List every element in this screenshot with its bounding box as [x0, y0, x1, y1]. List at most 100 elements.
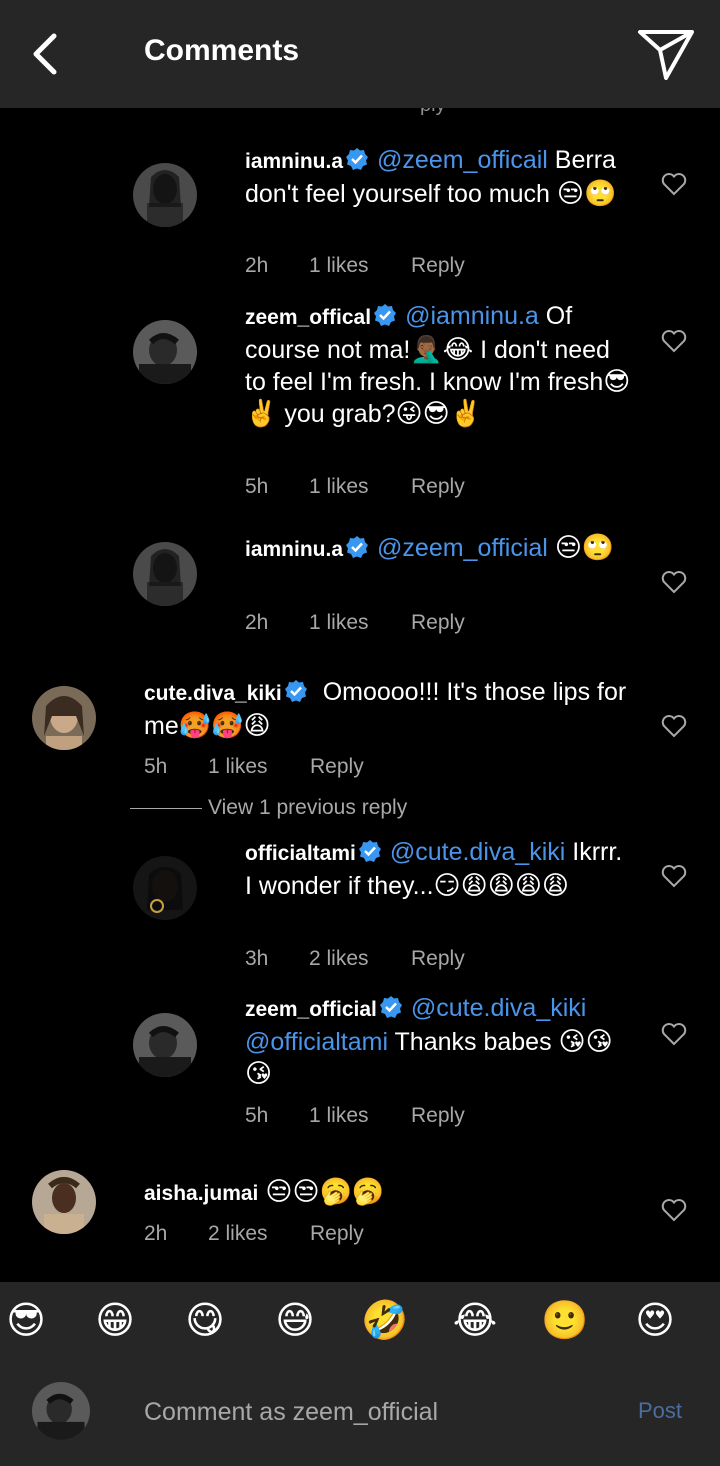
emoji-button[interactable]: 😅 — [271, 1296, 319, 1344]
comment-body: iamninu.a @zeem_official 😒🙄 — [245, 532, 635, 566]
reply-button[interactable]: Reply — [411, 611, 465, 635]
post-button[interactable]: Post — [638, 1398, 682, 1424]
comment-meta: 5h 1 likes Reply — [144, 755, 364, 779]
comment-input[interactable] — [144, 1390, 604, 1434]
username[interactable]: zeem_official — [245, 998, 377, 1021]
top-bar: Comments — [0, 0, 720, 108]
likes-count[interactable]: 1 likes — [309, 611, 411, 635]
mention-link[interactable]: @iamninu.a — [405, 302, 539, 330]
like-heart-icon[interactable] — [661, 714, 687, 738]
avatar[interactable] — [32, 1170, 96, 1234]
comment-time: 5h — [245, 1104, 269, 1127]
page-title: Comments — [144, 34, 300, 67]
emoji-button[interactable]: 😎 — [2, 1296, 50, 1344]
avatar[interactable] — [133, 1013, 197, 1077]
mention-link[interactable]: @zeem_official — [377, 534, 548, 562]
comment-emoji: 😒🙄 — [554, 533, 615, 563]
verified-badge-icon — [346, 536, 369, 558]
comment-time: 2h — [144, 1222, 168, 1245]
comment-body: zeem_offical @iamninu.a Of course not ma!… — [245, 300, 635, 430]
like-heart-icon[interactable] — [661, 570, 687, 594]
comment-body: zeem_official @cute.diva_kiki @officialtam… — [245, 992, 635, 1090]
comment-time: 5h — [245, 475, 269, 498]
comment-emoji: 🤦🏾‍♂️😂 — [410, 335, 474, 365]
emoji-button[interactable]: 😋 — [181, 1296, 229, 1344]
reply-button[interactable]: Reply — [411, 254, 465, 278]
comment-text: Thanks babes — [388, 1028, 559, 1056]
comment-body: aisha.jumai 😒😒🥱🥱 — [144, 1176, 634, 1210]
comment-meta: 3h 2 likes Reply — [245, 947, 465, 971]
likes-count[interactable]: 1 likes — [309, 254, 411, 278]
comment-emoji: 😜😎✌️ — [395, 399, 483, 429]
comment-meta: 2h 1 likes Reply — [245, 254, 465, 278]
reply-button[interactable]: Reply — [310, 755, 364, 779]
likes-count[interactable]: 2 likes — [309, 947, 411, 971]
mention-link[interactable]: @officialtami — [245, 1028, 388, 1056]
comment-text — [548, 534, 555, 562]
current-user-avatar — [32, 1382, 90, 1440]
send-direct-icon[interactable] — [634, 24, 698, 84]
reply-button[interactable]: Reply — [411, 947, 465, 971]
mention-link[interactable]: @cute.diva_kiki — [390, 838, 565, 866]
divider — [130, 807, 202, 809]
avatar[interactable] — [133, 856, 197, 920]
emoji-button[interactable]: 🤣 — [361, 1296, 409, 1344]
like-heart-icon[interactable] — [661, 329, 687, 353]
comment-body: officialtami @cute.diva_kiki Ikrrr. I won… — [245, 836, 635, 902]
comment-time: 2h — [245, 254, 269, 277]
likes-count[interactable]: 1 likes — [309, 1104, 411, 1128]
comment-emoji: 🥵🥵😩 — [178, 711, 271, 741]
mention-link[interactable]: @cute.diva_kiki — [411, 994, 586, 1022]
like-heart-icon[interactable] — [661, 864, 687, 888]
avatar[interactable] — [133, 320, 197, 384]
verified-badge-icon — [346, 148, 369, 170]
quick-emoji-bar: 😎 😁 😋 😅 🤣 😂 🙂 😍 — [0, 1282, 720, 1360]
username[interactable]: zeem_offical — [245, 306, 371, 329]
reply-button[interactable]: Reply — [411, 475, 465, 499]
comments-list[interactable]: ply iamninu.a@zeem_officail Berra don't … — [0, 108, 720, 1282]
view-previous-replies[interactable]: View 1 previous reply — [130, 796, 407, 820]
username[interactable]: aisha.jumai — [144, 1182, 258, 1205]
avatar[interactable] — [133, 163, 197, 227]
verified-badge-icon — [379, 996, 402, 1018]
like-heart-icon[interactable] — [661, 1198, 687, 1222]
emoji-button[interactable]: 🙂 — [541, 1296, 589, 1344]
username[interactable]: iamninu.a — [245, 150, 343, 173]
view-previous-label[interactable]: View 1 previous reply — [208, 796, 407, 820]
verified-badge-icon — [374, 304, 397, 326]
likes-count[interactable]: 1 likes — [309, 475, 411, 499]
comment-meta: 2h 2 likes Reply — [144, 1222, 364, 1246]
likes-count[interactable]: 2 likes — [208, 1222, 310, 1246]
comment-time: 2h — [245, 611, 269, 634]
username[interactable]: cute.diva_kiki — [144, 682, 282, 705]
comment-meta: 5h 1 likes Reply — [245, 475, 465, 499]
comment-time: 3h — [245, 947, 269, 970]
comment-emoji: 😏😩😩😩😩 — [433, 871, 570, 901]
likes-count[interactable]: 1 likes — [208, 755, 310, 779]
username[interactable]: iamninu.a — [245, 538, 343, 561]
verified-badge-icon — [358, 840, 381, 862]
comment-emoji: 😒🙄 — [556, 179, 617, 209]
back-arrow-icon[interactable] — [28, 30, 64, 78]
comment-time: 5h — [144, 755, 168, 778]
reply-button[interactable]: Reply — [310, 1222, 364, 1246]
comment-emoji: 😒😒🥱🥱 — [265, 1177, 385, 1207]
emoji-button[interactable]: 😁 — [91, 1296, 139, 1344]
reply-button[interactable]: Reply — [411, 1104, 465, 1128]
avatar[interactable] — [133, 542, 197, 606]
emoji-button[interactable]: 😂 — [451, 1296, 499, 1344]
emoji-button[interactable]: 😍 — [631, 1296, 679, 1344]
avatar[interactable] — [32, 686, 96, 750]
mention-link[interactable]: @zeem_officail — [377, 146, 548, 174]
comment-meta: 2h 1 likes Reply — [245, 611, 465, 635]
verified-badge-icon — [284, 680, 307, 702]
comment-text: you grab? — [277, 400, 396, 428]
comment-body: iamninu.a @zeem_officail Berra don't feel… — [245, 144, 635, 210]
comment-composer: Post — [0, 1360, 720, 1466]
clipped-reply-label: ply — [420, 108, 446, 117]
like-heart-icon[interactable] — [661, 172, 687, 196]
comment-meta: 5h 1 likes Reply — [245, 1104, 465, 1128]
like-heart-icon[interactable] — [661, 1022, 687, 1046]
username[interactable]: officialtami — [245, 842, 356, 865]
comment-body: cute.diva_kiki Omoooo!!! It's those lips… — [144, 676, 634, 742]
